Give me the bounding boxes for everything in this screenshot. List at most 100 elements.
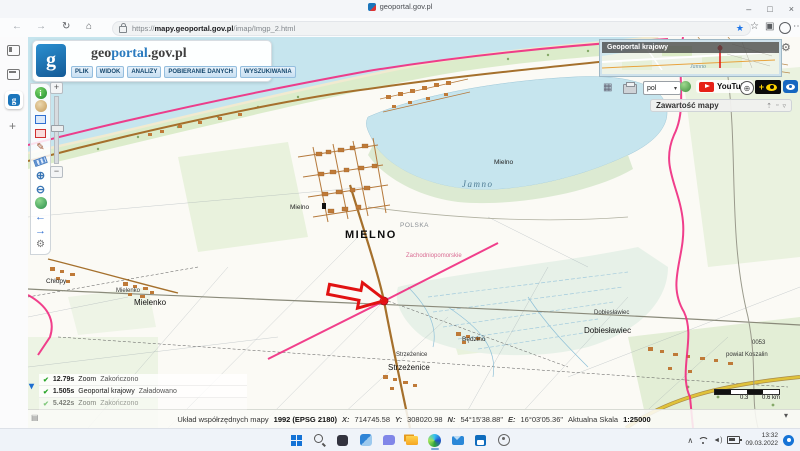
bar-collapse-icon[interactable]: ▾ [784, 411, 788, 420]
zoom-handle[interactable] [51, 125, 64, 132]
map-canvas[interactable]: MIELNOMIELNOMielnoPOLSKAZachodniopomorsk… [28, 37, 800, 428]
export-grid-icon[interactable]: ▦ [603, 82, 612, 93]
select-blue-tool-icon[interactable] [33, 113, 48, 126]
site-title: geoportal.gov.pl [91, 46, 187, 62]
site-favicon-tile[interactable]: g [5, 91, 23, 109]
collapse-icon[interactable]: ▿ [782, 102, 786, 110]
home-icon[interactable]: ⌂ [86, 21, 92, 32]
address-bar[interactable]: https://mapy.geoportal.gov.pl/imap/Imgp_… [112, 21, 751, 36]
menu-analizy[interactable]: ANALIZY [127, 66, 161, 78]
wifi-icon[interactable] [698, 437, 708, 444]
menu-pobieranie-danych[interactable]: POBIERANIE DANYCH [164, 66, 237, 78]
calendar-icon[interactable] [474, 433, 488, 447]
print-icon[interactable] [623, 84, 637, 94]
windows-icon[interactable] [290, 433, 304, 447]
menu-wyszukiwania[interactable]: WYSZUKIWANIA [240, 66, 296, 78]
browser-navbar: ← → ↻ ⌂ https://mapy.geoportal.gov.pl/im… [0, 18, 800, 38]
draw-tool-icon[interactable] [33, 141, 48, 154]
lock-icon [119, 26, 127, 33]
topographic-map [28, 37, 800, 428]
tray-time: 13:32 [745, 432, 778, 440]
map-content-panel[interactable]: Zawartość mapy ⇡ ▫ ▿ [650, 99, 792, 112]
zoom-in-button[interactable]: + [50, 82, 63, 94]
map-toolbar [30, 83, 51, 255]
latitude: 54°15'38.88" [460, 415, 503, 424]
people-icon[interactable] [497, 433, 511, 447]
refresh-icon[interactable]: ↻ [62, 21, 70, 32]
close-button[interactable]: × [789, 4, 794, 14]
zoom-in-tool-icon[interactable] [33, 169, 48, 182]
explorer-icon[interactable] [405, 433, 419, 447]
new-tab-icon[interactable]: + [9, 119, 16, 133]
collections-icon[interactable]: ▣ [765, 21, 774, 32]
measure-tool-icon[interactable] [33, 155, 48, 168]
mail-icon[interactable] [451, 433, 465, 447]
check-icon [43, 376, 49, 384]
map-content-label: Zawartość mapy [656, 101, 719, 110]
chat-icon[interactable] [382, 433, 396, 447]
workspaces-icon[interactable] [7, 69, 20, 80]
forward-icon[interactable]: → [36, 21, 46, 32]
view-back-tool-icon[interactable] [33, 210, 48, 223]
window-icon[interactable]: ▫ [776, 102, 778, 110]
browser-tab[interactable]: geoportal.gov.pl [0, 2, 800, 11]
menu-plik[interactable]: PLIK [71, 66, 93, 78]
notification-icon[interactable] [783, 435, 794, 446]
zoom-out-tool-icon[interactable] [33, 183, 48, 196]
favorites-icon[interactable]: ☆ [750, 21, 759, 32]
eye-icon [786, 84, 795, 90]
battery-icon[interactable] [727, 436, 740, 444]
menu-widok[interactable]: WIDOK [96, 66, 125, 78]
windows-taskbar: ∧ ◄) 13:32 09.03.2022 [0, 428, 800, 451]
taskview-icon[interactable] [336, 433, 350, 447]
zoom-out-button[interactable]: − [50, 166, 63, 178]
accessibility-icon[interactable]: ⊕ [740, 81, 754, 95]
edge-sidebar: g + [0, 37, 29, 428]
crs-value: 1992 (EPSG 2180) [274, 415, 337, 424]
pan-tool-icon[interactable] [35, 100, 47, 112]
geoportal-logo[interactable]: g [36, 44, 66, 77]
maximize-button[interactable]: □ [767, 4, 772, 14]
overview-lake-label: Jamno [690, 64, 706, 70]
search-icon[interactable] [313, 433, 327, 447]
overview-map[interactable]: Geoportal krajowy Jamno [600, 40, 781, 76]
tray-chevron-icon[interactable]: ∧ [687, 436, 693, 445]
tab-title: geoportal.gov.pl [380, 2, 433, 11]
scale-value: 1:25000 [623, 415, 651, 424]
log-toggle-icon[interactable]: ▾ [29, 381, 34, 392]
zoom-track[interactable] [54, 96, 59, 164]
profile-avatar[interactable] [779, 22, 791, 34]
identify-tool-icon[interactable] [35, 87, 47, 99]
zoom-slider: + − [50, 82, 62, 178]
vertical-tabs-icon[interactable] [7, 45, 20, 56]
speaker-icon[interactable]: ◄) [713, 437, 722, 444]
geoportal-favicon-icon: g [8, 94, 20, 106]
back-icon[interactable]: ← [12, 21, 22, 32]
settings-tool-icon[interactable] [33, 238, 48, 251]
minimize-button[interactable]: – [746, 4, 751, 14]
crs-label: Układ współrzędnych mapy [177, 415, 268, 424]
overview-title: Geoportal krajowy [602, 42, 779, 53]
y-coordinate: 308020.98 [407, 415, 442, 424]
status-log: 12.79sZoomZakończono1.505sGeoportal kraj… [39, 374, 247, 410]
chevron-down-icon: ▾ [674, 85, 677, 92]
full-extent-tool-icon[interactable] [35, 197, 47, 209]
more-menu-icon[interactable]: ⋯ [793, 21, 800, 32]
settings-gear-icon[interactable]: ⚙ [781, 41, 791, 54]
layer-preview-button[interactable] [783, 80, 798, 93]
edge-icon[interactable] [428, 433, 442, 447]
high-contrast-button[interactable]: + [755, 80, 781, 94]
geoportal-header: g geoportal.gov.pl PLIKWIDOKANALIZYPOBIE… [32, 40, 272, 82]
corner-tool-icon[interactable]: ▤ [31, 413, 39, 422]
view-forward-tool-icon[interactable] [33, 224, 48, 237]
desktop: { "browser": { "tab_title": "geoportal.g… [0, 0, 800, 450]
expand-icon[interactable]: ⇡ [766, 102, 772, 110]
scale-bar: 0.30.6 km [714, 389, 780, 402]
help-icon[interactable] [680, 81, 691, 92]
widgets-icon[interactable] [359, 433, 373, 447]
clock[interactable]: 13:32 09.03.2022 [745, 432, 778, 449]
favorite-star-icon[interactable]: ★ [736, 23, 744, 34]
status-log-row: 5.422sZoomZakończono [39, 398, 247, 410]
select-red-tool-icon[interactable] [33, 127, 48, 140]
language-select[interactable]: pol▾ [643, 81, 681, 95]
